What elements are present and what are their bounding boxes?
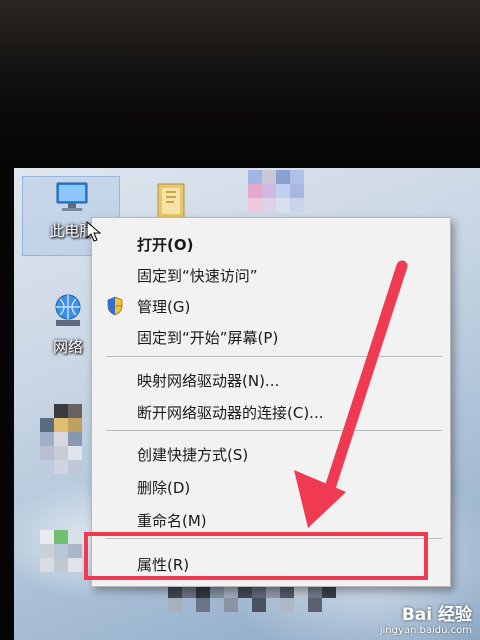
watermark-url: jingyan.baidu.com	[379, 625, 472, 636]
red-highlight-box	[84, 532, 428, 580]
baidu-jingyan-watermark: Bai 经验 jingyan.baidu.com	[380, 600, 472, 636]
watermark-logo: Bai 经验	[401, 605, 472, 625]
